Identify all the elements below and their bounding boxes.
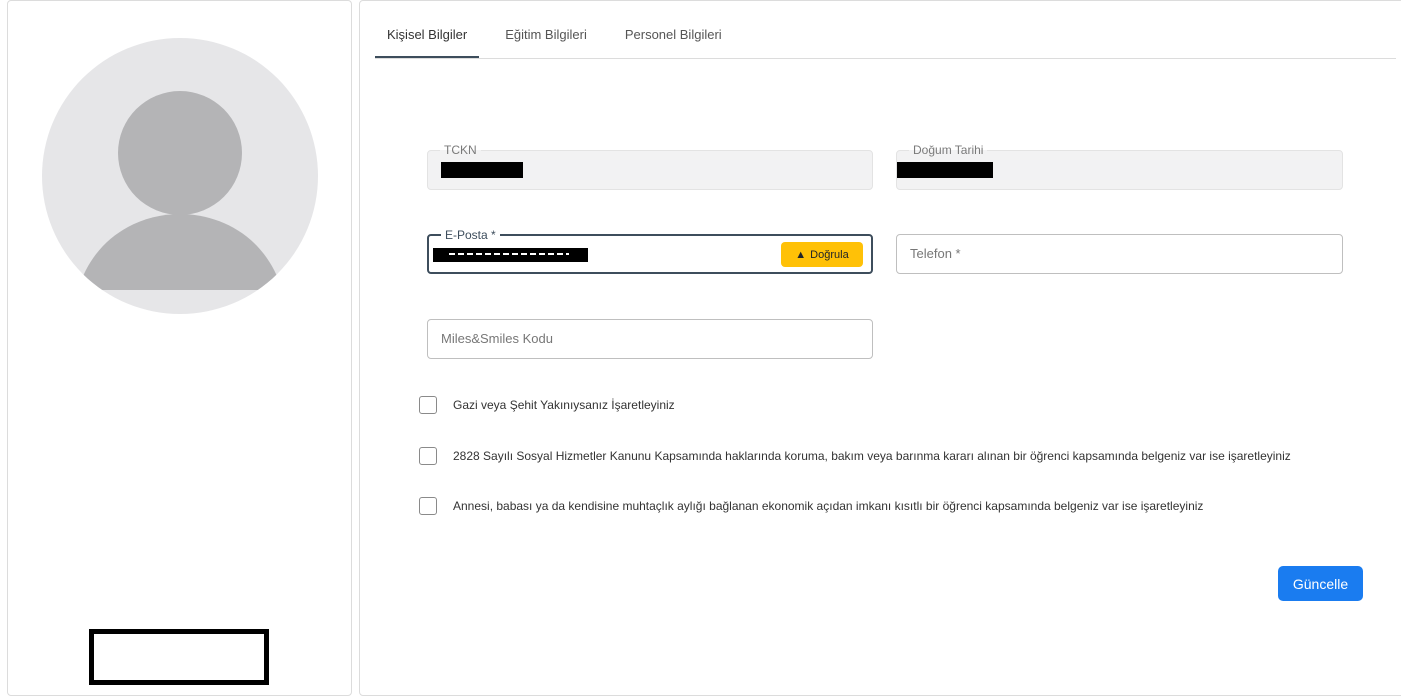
phone-placeholder: Telefon * (910, 246, 961, 261)
social-services-checkbox-label: 2828 Sayılı Sosyal Hizmetler Kanunu Kaps… (453, 449, 1291, 463)
email-field[interactable]: E-Posta * ▲ Doğrula (427, 228, 873, 274)
disability-pension-checkbox[interactable] (419, 497, 437, 515)
phone-field[interactable]: Telefon * (896, 234, 1343, 274)
checkbox-row-disability-pension: Annesi, babası ya da kendisine muhtaçlık… (419, 497, 1203, 515)
miles-smiles-field[interactable]: Miles&Smiles Kodu (427, 319, 873, 359)
checkbox-row-social-services: 2828 Sayılı Sosyal Hizmetler Kanunu Kaps… (419, 447, 1291, 465)
avatar-silhouette (78, 91, 282, 290)
tab-staff-info[interactable]: Personel Bilgileri (613, 0, 734, 57)
tckn-field[interactable]: TCKN (427, 143, 873, 190)
email-value-redacted (433, 248, 588, 262)
warning-triangle-icon: ▲ (795, 248, 807, 261)
email-redact-line (449, 253, 569, 255)
tab-education-info[interactable]: Eğitim Bilgileri (493, 0, 599, 57)
birth-date-field[interactable]: Doğum Tarihi (896, 143, 1343, 190)
birth-date-label: Doğum Tarihi (909, 143, 988, 157)
verify-label: Doğrula (810, 248, 849, 261)
social-services-checkbox[interactable] (419, 447, 437, 465)
tab-bar: Kişisel Bilgiler Eğitim Bilgileri Person… (375, 1, 1396, 59)
miles-smiles-placeholder: Miles&Smiles Kodu (441, 331, 553, 346)
user-name-redacted (89, 629, 269, 685)
disability-pension-checkbox-label: Annesi, babası ya da kendisine muhtaçlık… (453, 499, 1204, 513)
tckn-label: TCKN (440, 143, 481, 157)
veteran-checkbox[interactable] (419, 396, 437, 414)
checkbox-row-veteran: Gazi veya Şehit Yakınıysanız İşaretleyin… (419, 396, 675, 414)
user-placeholder-icon[interactable] (42, 38, 318, 314)
profile-card (7, 0, 352, 696)
tab-personal-info[interactable]: Kişisel Bilgiler (375, 0, 480, 58)
tckn-value-redacted (441, 162, 523, 178)
birth-date-value-redacted (897, 162, 993, 178)
veteran-checkbox-label: Gazi veya Şehit Yakınıysanız İşaretleyin… (453, 398, 675, 412)
update-button[interactable]: Güncelle (1278, 566, 1363, 601)
email-label: E-Posta * (441, 228, 500, 242)
verify-email-button[interactable]: ▲ Doğrula (781, 242, 863, 267)
